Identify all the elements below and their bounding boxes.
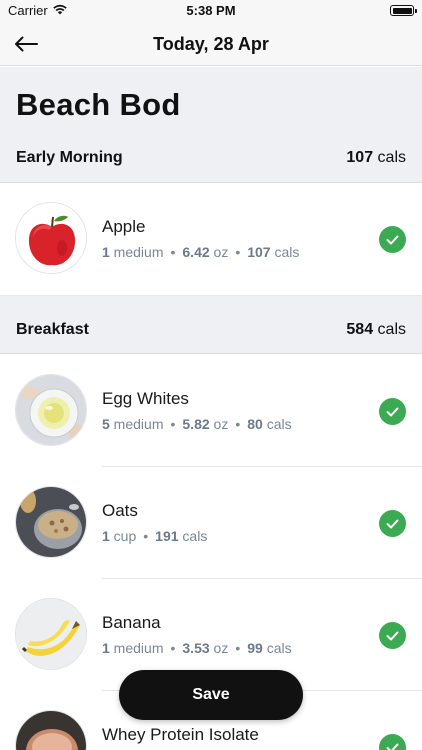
oats-image xyxy=(15,486,87,558)
check-icon[interactable] xyxy=(379,226,406,253)
food-name: Whey Protein Isolate xyxy=(102,725,259,744)
battery-icon xyxy=(390,5,417,16)
section-name: Breakfast xyxy=(16,321,89,338)
food-name: Egg Whites xyxy=(102,389,189,408)
food-name: Apple xyxy=(102,217,146,236)
section-header-early-morning: Early Morning 107 cals xyxy=(0,146,422,170)
nav-bar: Today, 28 Apr xyxy=(0,22,422,66)
check-icon[interactable] xyxy=(379,622,406,649)
food-meta: 1 medium • 3.53 oz • 99 cals xyxy=(102,640,292,656)
status-time: 5:38 PM xyxy=(186,3,236,18)
section-calories: 584 cals xyxy=(346,321,406,338)
check-icon[interactable] xyxy=(379,734,406,750)
section-name: Early Morning xyxy=(16,149,123,166)
food-meta: 1 medium • 6.42 oz • 107 cals xyxy=(102,244,300,260)
status-bar: Carrier 5:38 PM xyxy=(0,0,422,22)
save-button[interactable]: Save xyxy=(119,670,303,720)
food-meta: 1 cup • 191 cals xyxy=(102,528,208,544)
page-title: Beach Bod xyxy=(16,87,181,122)
check-icon[interactable] xyxy=(379,510,406,537)
food-name: Oats xyxy=(102,501,138,520)
food-meta: 5 medium • 5.82 oz • 80 cals xyxy=(102,416,292,432)
whey-protein-image xyxy=(15,710,87,750)
section-header-breakfast: Breakfast 584 cals xyxy=(0,318,422,342)
food-item-oats[interactable]: Oats 1 cup • 191 cals xyxy=(0,467,422,579)
egg-whites-image xyxy=(15,374,87,446)
section-calories: 107 cals xyxy=(346,149,406,166)
food-name: Banana xyxy=(102,613,161,632)
check-icon[interactable] xyxy=(379,398,406,425)
food-item-egg-whites[interactable]: Egg Whites 5 medium • 5.82 oz • 80 cals xyxy=(0,355,422,467)
food-item-apple[interactable]: Apple 1 medium • 6.42 oz • 107 cals xyxy=(0,183,422,295)
banana-image xyxy=(15,598,87,670)
nav-title: Today, 28 Apr xyxy=(153,34,269,54)
apple-image xyxy=(15,202,87,274)
